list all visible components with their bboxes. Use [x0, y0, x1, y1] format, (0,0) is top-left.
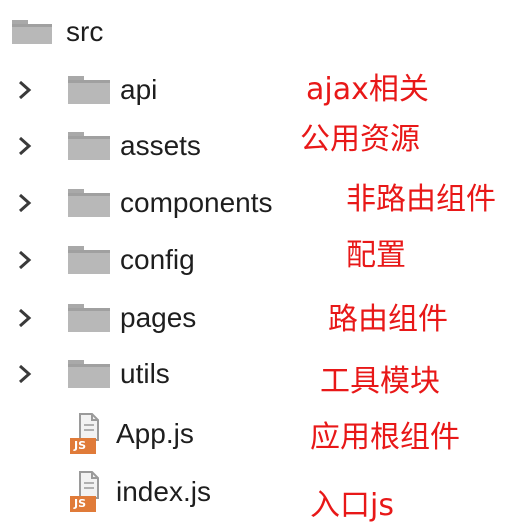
tree-root-label: src: [66, 16, 104, 47]
folder-icon: [68, 132, 110, 160]
chevron-right-icon[interactable]: [14, 362, 36, 386]
chevron-right-icon[interactable]: [14, 191, 36, 215]
tree-root-src[interactable]: src: [0, 12, 526, 52]
tree-item-label: api: [120, 74, 158, 105]
tree-item-label: components: [120, 187, 273, 218]
tree-file-label: index.js: [116, 476, 211, 507]
tree-file-index-js[interactable]: JS index.js: [0, 470, 526, 516]
annotation-app-js: 应用根组件: [310, 420, 460, 455]
chevron-right-icon[interactable]: [14, 306, 36, 330]
file-tree: src api ajax相关 assets 公用资源 components 非路…: [0, 0, 526, 529]
tree-item-label: pages: [120, 302, 197, 333]
annotation-index-js: 入口js: [310, 488, 394, 523]
tree-item-assets[interactable]: assets: [0, 126, 526, 166]
annotation-components: 非路由组件: [346, 182, 496, 217]
tree-item-label: assets: [120, 130, 201, 161]
chevron-right-icon[interactable]: [14, 134, 36, 158]
annotation-utils: 工具模块: [320, 364, 440, 399]
tree-item-config[interactable]: config: [0, 240, 526, 280]
tree-item-label: utils: [120, 358, 170, 389]
folder-icon: [68, 76, 110, 104]
annotation-pages: 路由组件: [328, 302, 448, 337]
tree-item-utils[interactable]: utils: [0, 354, 526, 394]
folder-icon: [68, 246, 110, 274]
annotation-api: ajax相关: [306, 72, 429, 107]
js-file-icon: JS: [68, 470, 108, 514]
folder-icon: [12, 20, 52, 44]
js-file-icon: JS: [68, 412, 108, 456]
tree-item-api[interactable]: api: [0, 70, 526, 110]
tree-item-label: config: [120, 244, 195, 275]
chevron-right-icon[interactable]: [14, 248, 36, 272]
folder-icon: [68, 304, 110, 332]
folder-icon: [68, 360, 110, 388]
folder-icon: [68, 189, 110, 217]
chevron-right-icon[interactable]: [14, 78, 36, 102]
js-badge: JS: [74, 497, 87, 510]
tree-file-label: App.js: [116, 418, 194, 449]
annotation-config: 配置: [346, 238, 406, 273]
js-badge: JS: [74, 439, 87, 452]
annotation-assets: 公用资源: [300, 122, 420, 157]
